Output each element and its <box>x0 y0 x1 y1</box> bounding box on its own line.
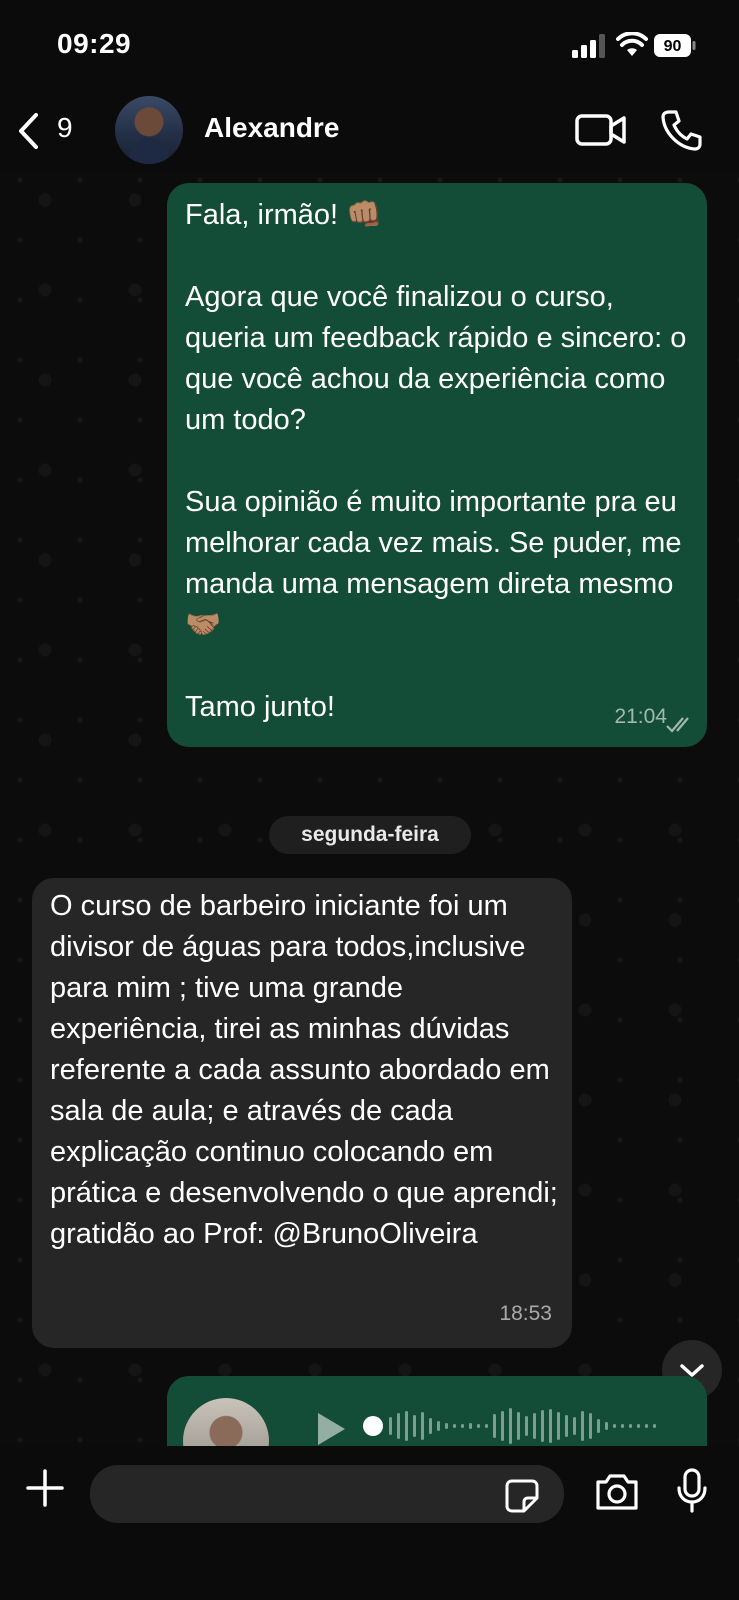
plus-icon[interactable] <box>25 1468 65 1508</box>
waveform-bar <box>517 1412 520 1440</box>
waveform-bar <box>445 1423 448 1429</box>
waveform-bar <box>389 1417 392 1435</box>
play-icon[interactable] <box>314 1410 348 1448</box>
waveform-bar <box>485 1424 488 1428</box>
waveform-bar <box>421 1412 424 1440</box>
waveform-bar <box>581 1411 584 1441</box>
message-text: Fala, irmão! 👊🏽 Agora que você finalizou… <box>185 199 687 723</box>
audio-waveform[interactable] <box>363 1404 663 1448</box>
waveform-bar <box>589 1413 592 1439</box>
status-time: 09:29 <box>57 28 132 59</box>
waveform-bar <box>653 1424 656 1428</box>
battery-level: 90 <box>664 38 682 55</box>
waveform-bar <box>477 1424 480 1428</box>
waveform-bar <box>533 1413 536 1439</box>
waveform-bar <box>645 1424 648 1428</box>
message-time: 21:04 <box>614 705 667 728</box>
waveform-bar <box>597 1419 600 1433</box>
signal-icon <box>572 34 605 58</box>
waveform-bar <box>541 1410 544 1442</box>
incoming-message-bubble[interactable]: O curso de barbeiro iniciante foi um div… <box>32 878 572 1348</box>
chat-header: 9 Alexandre <box>0 90 739 172</box>
checkmarks-icon <box>666 717 689 733</box>
waveform-bar <box>413 1415 416 1437</box>
waveform-bar <box>493 1414 496 1438</box>
back-chevron-icon[interactable] <box>16 112 42 150</box>
waveform-bar <box>629 1424 632 1428</box>
waveform-bar <box>637 1424 640 1428</box>
message-text: O curso de barbeiro iniciante foi um div… <box>50 890 566 1250</box>
waveform-bar <box>461 1424 464 1428</box>
message-time: 18:53 <box>499 1302 552 1325</box>
waveform-bar <box>557 1412 560 1440</box>
phone-icon[interactable] <box>660 108 704 152</box>
waveform-bar <box>429 1418 432 1434</box>
sticker-icon[interactable] <box>504 1478 540 1514</box>
waveform-bar <box>565 1415 568 1437</box>
outgoing-message-bubble[interactable]: Fala, irmão! 👊🏽 Agora que você finalizou… <box>167 183 707 747</box>
waveform-bar <box>613 1424 616 1428</box>
video-call-icon[interactable] <box>575 112 627 148</box>
waveform-bar <box>549 1409 552 1443</box>
waveform-bar <box>405 1411 408 1441</box>
status-bar: 09:29 90 <box>0 0 739 90</box>
message-composer <box>0 1446 739 1600</box>
waveform-bar <box>621 1424 624 1428</box>
message-input[interactable] <box>90 1465 564 1523</box>
waveform-bar <box>509 1408 512 1444</box>
microphone-icon[interactable] <box>677 1468 707 1514</box>
waveform-bar <box>469 1423 472 1429</box>
waveform-bar <box>453 1424 456 1428</box>
wifi-icon <box>616 32 648 56</box>
date-separator: segunda-feira <box>269 816 471 854</box>
waveform-bar <box>397 1413 400 1439</box>
waveform-bar <box>605 1422 608 1430</box>
unread-count[interactable]: 9 <box>57 112 73 144</box>
waveform-bar <box>501 1411 504 1441</box>
contact-avatar[interactable] <box>115 96 183 164</box>
waveform-bar <box>525 1416 528 1436</box>
battery-icon: 90 <box>654 34 696 57</box>
contact-name[interactable]: Alexandre <box>204 112 339 144</box>
waveform-bar <box>573 1417 576 1435</box>
camera-icon[interactable] <box>594 1472 640 1512</box>
waveform-bar <box>437 1421 440 1431</box>
